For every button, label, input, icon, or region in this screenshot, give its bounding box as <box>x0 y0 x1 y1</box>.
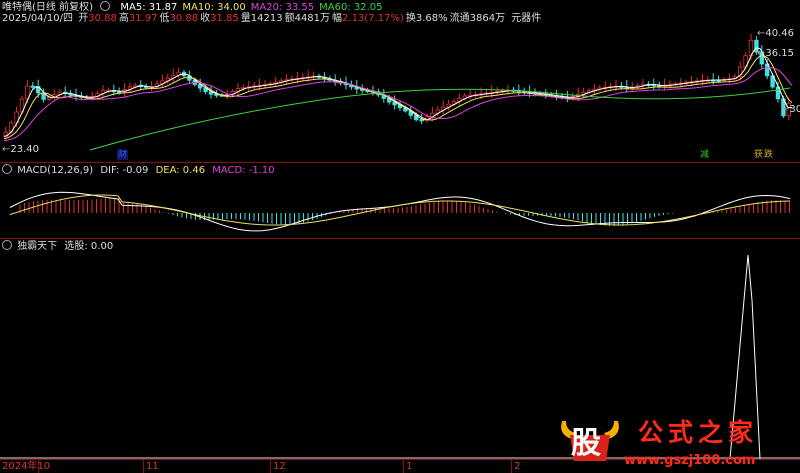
axis-label-4: 2 <box>514 461 521 472</box>
stock-chart-window: { "header": { "title": "唯特偶(日线 前复权)", "d… <box>0 0 800 473</box>
macd-legend: MACD(12,26,9) DIF: -0.09 DEA: 0.46 MACD:… <box>2 164 275 177</box>
axis-label-0: 2024年10 <box>2 461 51 472</box>
indicator-settings-icon[interactable] <box>2 240 12 250</box>
indicator-value: 选股: 0.00 <box>64 241 114 252</box>
chart-canvas <box>0 33 800 460</box>
separator-price-macd <box>0 162 800 163</box>
macd-dea: DEA: 0.46 <box>155 165 206 176</box>
axis-tick-2 <box>270 460 271 473</box>
macd-settings-icon[interactable] <box>2 164 12 174</box>
ma5-line <box>3 47 792 138</box>
price-mid-label: ←36.15 <box>757 48 795 59</box>
macd-dif-line <box>9 191 791 232</box>
watermark-title: 公式之家 <box>638 418 759 447</box>
watermark: 股 公式之家 www.gszj100.com <box>556 415 800 473</box>
candle-body <box>30 85 35 88</box>
separator-macd-indicator <box>0 238 800 239</box>
watermark-logo-text: 股 <box>571 426 601 461</box>
axis-tick-4 <box>511 460 512 473</box>
axis-tick-3 <box>403 460 404 473</box>
axis-tick-1 <box>143 460 144 473</box>
candle-body <box>419 119 424 122</box>
macd-name: MACD(12,26,9) <box>17 165 94 176</box>
watermark-url: www.gszj100.com <box>624 453 756 468</box>
axis-label-1: 11 <box>146 461 159 472</box>
macd-dif: DIF: -0.09 <box>100 165 149 176</box>
axis-label-2: 12 <box>273 461 286 472</box>
price-low-right-label: ←30 <box>781 104 800 115</box>
marker-jian[interactable]: 减 <box>700 150 709 160</box>
axis-label-3: 1 <box>406 461 413 472</box>
marker-cai[interactable]: 财 <box>117 150 129 160</box>
macd-value: MACD: -1.10 <box>212 165 275 176</box>
marker-huo[interactable]: 获 <box>754 150 763 160</box>
marker-die[interactable]: 跌 <box>764 150 773 160</box>
price-low-left-label: ←23.40 <box>2 144 40 155</box>
indicator-legend: 独霸天下 选股: 0.00 <box>2 240 113 253</box>
price-high-label: ←40.46 <box>757 28 795 39</box>
indicator-name: 独霸天下 <box>17 241 58 252</box>
